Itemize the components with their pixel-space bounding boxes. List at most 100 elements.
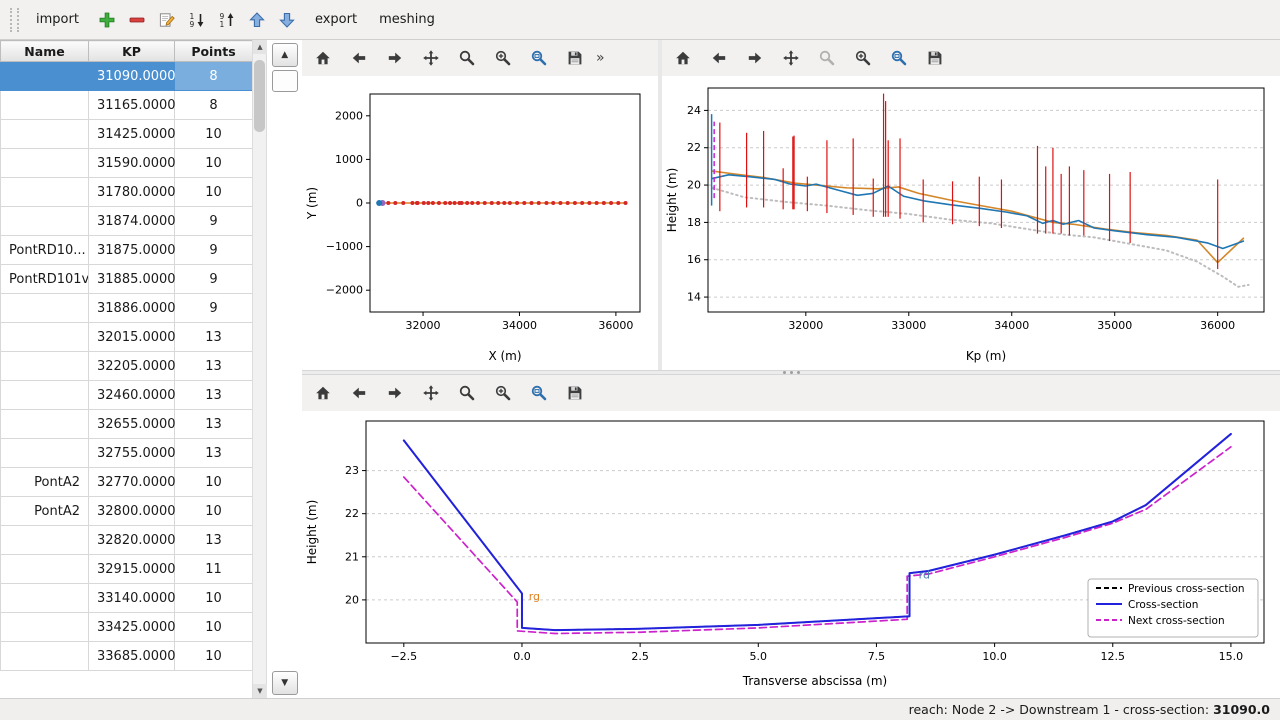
pan-button[interactable] — [416, 379, 446, 407]
scroll-up-icon[interactable]: ▲ — [253, 40, 267, 54]
table-row[interactable]: 32205.000013 — [1, 352, 253, 381]
table-row[interactable]: 31780.000010 — [1, 178, 253, 207]
move-down-button[interactable] — [274, 7, 300, 33]
sort-asc-button[interactable]: 19 — [184, 7, 210, 33]
table-row[interactable]: 31886.00009 — [1, 294, 253, 323]
back-button[interactable] — [344, 379, 374, 407]
table-row[interactable]: 32820.000013 — [1, 526, 253, 555]
home-button[interactable] — [668, 44, 698, 72]
table-row[interactable]: 32015.000013 — [1, 323, 253, 352]
table-row[interactable]: 32915.000011 — [1, 555, 253, 584]
pan-button[interactable] — [416, 44, 446, 72]
forward-icon — [386, 384, 404, 402]
home-icon — [314, 384, 332, 402]
cell-points: 10 — [175, 642, 253, 671]
table-row[interactable]: PontRD101v31885.00009 — [1, 265, 253, 294]
cell-name — [1, 120, 89, 149]
move-up-button[interactable] — [244, 7, 270, 33]
toolbar-grip[interactable] — [10, 8, 19, 32]
home-button[interactable] — [308, 44, 338, 72]
table-row[interactable]: 32460.000013 — [1, 381, 253, 410]
cross-section-chart[interactable]: rgrd−2.50.02.55.07.510.012.515.020212223… — [302, 411, 1280, 695]
table-row[interactable]: 33140.000010 — [1, 584, 253, 613]
table-scrollbar[interactable]: ▲ ▼ — [252, 40, 267, 698]
plan-chart[interactable]: 320003400036000200010000−1000−2000X (m)Y… — [302, 76, 658, 370]
profile-chart[interactable]: 3200033000340003500036000141618202224Kp … — [662, 76, 1280, 370]
scroll-down-icon[interactable]: ▼ — [253, 684, 267, 698]
table-row[interactable]: 32655.000013 — [1, 410, 253, 439]
menu-import[interactable]: import — [29, 8, 86, 31]
svg-text:18: 18 — [687, 216, 701, 229]
cell-name: PontRD101v — [1, 265, 89, 294]
zoom-button[interactable] — [452, 379, 482, 407]
cell-name — [1, 323, 89, 352]
menu-export[interactable]: export — [308, 8, 364, 31]
back-button[interactable] — [344, 44, 374, 72]
table-row[interactable]: PontA232800.000010 — [1, 497, 253, 526]
svg-text:2000: 2000 — [335, 109, 363, 122]
panel-scroll-thumb[interactable] — [272, 70, 298, 92]
forward-button[interactable] — [380, 379, 410, 407]
cell-name — [1, 62, 89, 91]
svg-text:rg: rg — [529, 590, 540, 603]
table-row[interactable]: 31425.000010 — [1, 120, 253, 149]
toolbar-overflow-button[interactable]: » — [592, 50, 609, 66]
zoom-button[interactable] — [812, 44, 842, 72]
table-row[interactable]: 31874.00009 — [1, 207, 253, 236]
zoom-axes-icon — [494, 49, 512, 67]
add-icon — [98, 11, 116, 29]
profile-panel: 3200033000340003500036000141618202224Kp … — [662, 40, 1280, 370]
cell-points: 8 — [175, 62, 253, 91]
cell-name — [1, 555, 89, 584]
column-header-name[interactable]: Name — [1, 41, 89, 62]
svg-text:rd: rd — [919, 568, 930, 581]
table-row[interactable]: PontA232770.000010 — [1, 468, 253, 497]
table-scrollbar-thumb[interactable] — [254, 60, 265, 132]
remove-button[interactable] — [124, 7, 150, 33]
zoom-rect-button[interactable] — [524, 379, 554, 407]
save-button[interactable] — [560, 379, 590, 407]
zoom-axes-icon — [494, 384, 512, 402]
zoom-axes-button[interactable] — [488, 44, 518, 72]
table-row[interactable]: 31165.00008 — [1, 91, 253, 120]
zoom-axes-button[interactable] — [848, 44, 878, 72]
table-row[interactable]: 31590.000010 — [1, 149, 253, 178]
forward-button[interactable] — [740, 44, 770, 72]
sort-asc-icon: 19 — [188, 11, 206, 29]
cell-points: 9 — [175, 265, 253, 294]
table-row[interactable]: 31090.00008 — [1, 62, 253, 91]
svg-text:36000: 36000 — [1200, 319, 1235, 332]
edit-button[interactable] — [154, 7, 180, 33]
home-icon — [674, 49, 692, 67]
move-up-icon — [248, 11, 266, 29]
cell-points: 10 — [175, 149, 253, 178]
table-row[interactable]: 33425.000010 — [1, 613, 253, 642]
table-row[interactable]: PontRD10...31875.00009 — [1, 236, 253, 265]
menu-meshing[interactable]: meshing — [372, 8, 442, 31]
home-button[interactable] — [308, 379, 338, 407]
save-button[interactable] — [560, 44, 590, 72]
sort-desc-button[interactable]: 91 — [214, 7, 240, 33]
zoom-rect-button[interactable] — [884, 44, 914, 72]
add-button[interactable] — [94, 7, 120, 33]
svg-text:1: 1 — [219, 20, 224, 29]
panel-scroll-up-button[interactable]: ▲ — [272, 43, 298, 67]
zoom-axes-button[interactable] — [488, 379, 518, 407]
svg-text:22: 22 — [687, 141, 701, 154]
column-header-points[interactable]: Points — [175, 41, 253, 62]
cell-name — [1, 294, 89, 323]
zoom-button[interactable] — [452, 44, 482, 72]
column-header-kp[interactable]: KP — [89, 41, 175, 62]
pan-button[interactable] — [776, 44, 806, 72]
cell-kp: 31886.0000 — [89, 294, 175, 323]
zoom-rect-button[interactable] — [524, 44, 554, 72]
panel-scroll-down-button[interactable]: ▼ — [272, 671, 298, 695]
cell-points: 8 — [175, 91, 253, 120]
table-row[interactable]: 33685.000010 — [1, 642, 253, 671]
svg-text:34000: 34000 — [502, 319, 537, 332]
forward-button[interactable] — [380, 44, 410, 72]
cell-name — [1, 410, 89, 439]
save-button[interactable] — [920, 44, 950, 72]
table-row[interactable]: 32755.000013 — [1, 439, 253, 468]
back-button[interactable] — [704, 44, 734, 72]
